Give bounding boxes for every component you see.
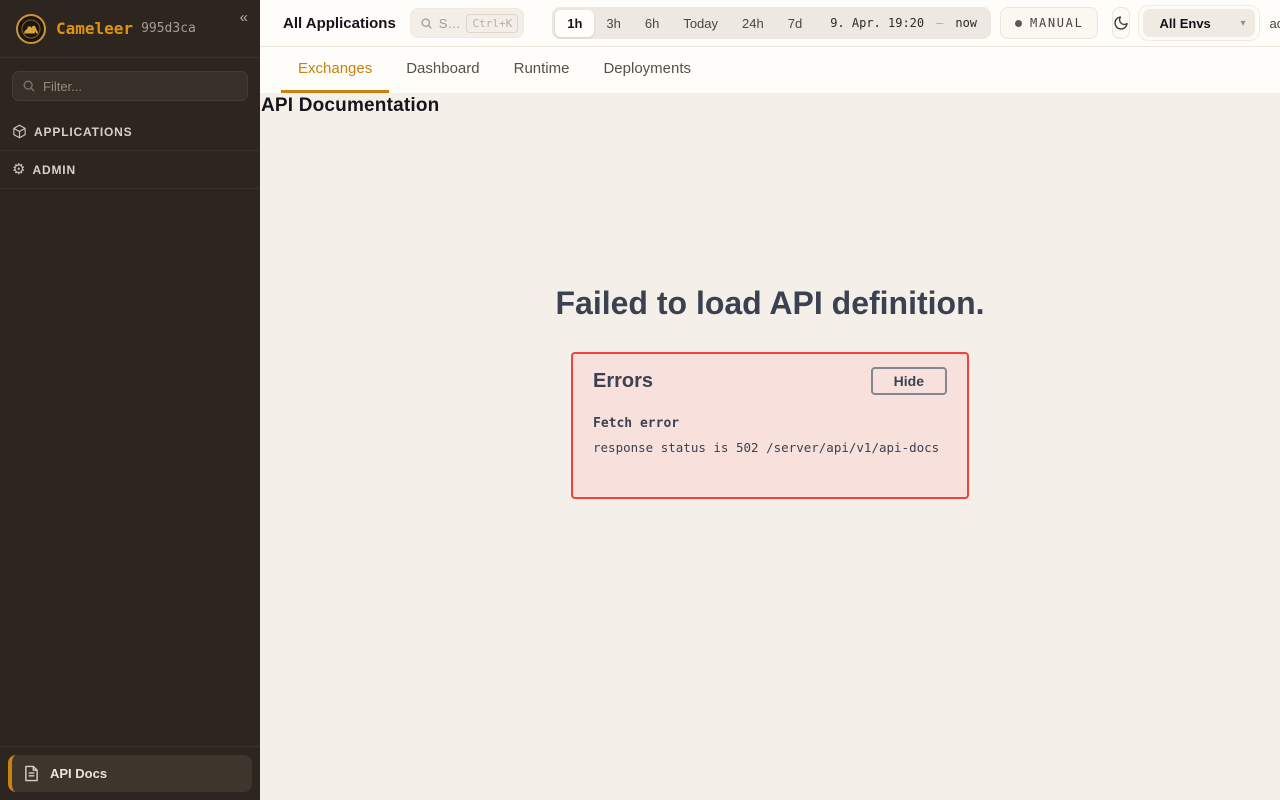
error-name: Fetch error [593,416,947,431]
section-label: APPLICATIONS [34,125,133,139]
content-area: API Documentation Failed to load API def… [260,93,1280,800]
app-window: Cameleer 995d3ca « APPLICATIONS ⚙ ADMIN … [0,0,1280,800]
time-range-1h[interactable]: 1h [555,10,594,37]
chevron-down-icon: ▾ [1240,18,1245,29]
env-select[interactable]: All Envs ▾ [1143,9,1255,37]
brand-name: Cameleer [56,19,133,38]
hide-errors-button[interactable]: Hide [871,367,947,395]
env-selected-value: All Envs [1159,16,1210,31]
sidebar: Cameleer 995d3ca « APPLICATIONS ⚙ ADMIN … [0,0,260,800]
document-icon [24,765,39,782]
tab-deployments[interactable]: Deployments [586,47,708,93]
time-range-7d[interactable]: 7d [776,10,814,37]
tab-dashboard[interactable]: Dashboard [389,47,496,93]
time-range-today[interactable]: Today [671,10,730,37]
sidebar-item-label: API Docs [50,766,107,781]
main-column: All Applications S… Ctrl+K 1h 3h 6h Toda… [260,0,1280,800]
errors-panel-header: Errors Hide [593,367,947,395]
refresh-mode-label: MANUAL [1030,16,1083,30]
sidebar-collapse-icon[interactable]: « [240,10,248,25]
gear-icon: ⚙ [12,162,25,177]
build-hash: 995d3ca [141,21,196,36]
topbar: All Applications S… Ctrl+K 1h 3h 6h Toda… [260,0,1280,47]
sidebar-section-applications[interactable]: APPLICATIONS [0,113,260,151]
search-placeholder: S… [439,16,461,31]
sidebar-spacer [0,189,260,746]
error-message: response status is 502 /server/api/v1/ap… [593,440,947,455]
tab-exchanges[interactable]: Exchanges [281,47,389,93]
time-range-selector: 1h 3h 6h Today 24h 7d 9. Apr. 19:20 – no… [552,7,991,39]
sidebar-header: Cameleer 995d3ca « [0,0,260,58]
cube-icon [12,124,27,139]
time-range-24h[interactable]: 24h [730,10,776,37]
errors-panel: Errors Hide Fetch error response status … [571,352,969,499]
tab-runtime[interactable]: Runtime [497,47,587,93]
time-from-value[interactable]: 9. Apr. 19:20 [830,16,924,30]
search-icon [22,79,36,93]
load-error-heading: Failed to load API definition. [260,285,1280,322]
env-select-wrapper: All Envs ▾ [1138,5,1260,41]
global-search[interactable]: S… Ctrl+K [410,8,524,38]
moon-icon [1113,15,1129,31]
dark-mode-toggle[interactable] [1112,7,1130,39]
sidebar-filter [12,71,248,101]
time-range-3h[interactable]: 3h [594,10,632,37]
search-shortcut-badge: Ctrl+K [466,14,518,33]
sidebar-footer: API Docs [0,746,260,800]
page-title: API Documentation [260,93,1280,117]
time-to-value[interactable]: now [955,16,977,30]
sidebar-section-admin[interactable]: ⚙ ADMIN [0,151,260,189]
filter-input[interactable] [12,71,248,101]
time-range-6h[interactable]: 6h [633,10,671,37]
time-separator: – [936,16,943,30]
search-icon [420,17,433,30]
sidebar-item-api-docs[interactable]: API Docs [8,755,252,792]
tabbar: Exchanges Dashboard Runtime Deployments [260,47,1280,93]
section-label: ADMIN [32,163,76,177]
cameleer-logo-icon [16,14,46,44]
user-name: adm [1269,16,1280,31]
scope-title: All Applications [283,15,396,32]
errors-panel-title: Errors [593,370,653,393]
refresh-mode-button[interactable]: MANUAL [1000,7,1098,39]
status-dot-icon [1015,20,1022,27]
